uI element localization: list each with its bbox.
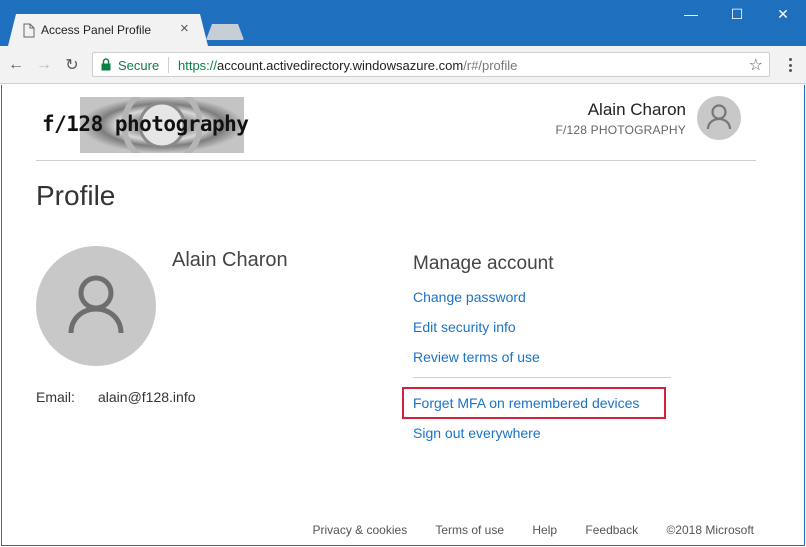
forward-button[interactable]: → xyxy=(34,55,54,75)
sign-out-everywhere-link[interactable]: Sign out everywhere xyxy=(413,425,541,441)
header-avatar[interactable] xyxy=(697,96,741,140)
url-scheme: https:// xyxy=(178,58,218,73)
url-host: account.activedirectory.windowsazure.com xyxy=(217,58,464,73)
manage-divider xyxy=(413,377,671,378)
footer-feedback-link[interactable]: Feedback xyxy=(585,523,638,537)
edit-security-info-link[interactable]: Edit security info xyxy=(413,319,516,335)
email-label: Email: xyxy=(36,389,75,405)
person-icon xyxy=(706,104,732,130)
footer: Privacy & cookies Terms of use Help Feed… xyxy=(313,523,755,537)
url-text[interactable]: https://account.activedirectory.windowsa… xyxy=(178,58,517,73)
footer-privacy-link[interactable]: Privacy & cookies xyxy=(313,523,408,537)
tab-close-button[interactable]: × xyxy=(180,20,189,38)
browser-tab[interactable]: Access Panel Profile × xyxy=(8,14,208,46)
header-user-name: Alain Charon xyxy=(587,100,686,119)
footer-help-link[interactable]: Help xyxy=(532,523,557,537)
new-tab-button[interactable] xyxy=(206,24,244,40)
address-bar[interactable]: Secure https://account.activedirectory.w… xyxy=(92,52,770,77)
lock-icon xyxy=(101,58,111,71)
secure-label: Secure xyxy=(118,58,160,73)
email-value: alain@f128.info xyxy=(98,389,196,405)
window-minimize-button[interactable]: — xyxy=(668,0,714,28)
page-title: Profile xyxy=(36,180,116,211)
header-divider xyxy=(36,160,756,161)
manage-account-title: Manage account xyxy=(413,253,554,274)
company-logo: f/128 photography xyxy=(36,97,276,153)
reload-button[interactable]: ↻ xyxy=(62,55,82,75)
browser-titlebar: Access Panel Profile × — ☐ ✕ xyxy=(0,0,806,46)
browser-toolbar: ← → ↻ Secure https://account.activedirec… xyxy=(0,46,806,84)
review-terms-link[interactable]: Review terms of use xyxy=(413,349,540,365)
window-close-button[interactable]: ✕ xyxy=(760,0,806,28)
address-separator xyxy=(168,57,169,73)
person-icon xyxy=(68,275,124,334)
back-button[interactable]: ← xyxy=(6,55,26,75)
footer-copyright: ©2018 Microsoft xyxy=(666,523,754,537)
header-org-name: F/128 PHOTOGRAPHY xyxy=(555,123,686,137)
window-maximize-button[interactable]: ☐ xyxy=(714,0,760,28)
page-icon xyxy=(23,23,35,38)
highlight-box xyxy=(402,387,666,419)
tab-title: Access Panel Profile xyxy=(41,23,152,37)
logo-text: f/128 photography xyxy=(42,112,249,136)
change-password-link[interactable]: Change password xyxy=(413,289,526,305)
more-vert-icon[interactable] xyxy=(782,56,798,74)
page-content: f/128 photography Alain Charon F/128 PHO… xyxy=(1,85,805,546)
profile-name: Alain Charon xyxy=(172,249,288,271)
profile-avatar xyxy=(36,246,156,366)
bookmark-star-icon[interactable]: ☆ xyxy=(749,55,763,75)
footer-terms-link[interactable]: Terms of use xyxy=(435,523,504,537)
url-path: /r#/profile xyxy=(463,58,518,73)
